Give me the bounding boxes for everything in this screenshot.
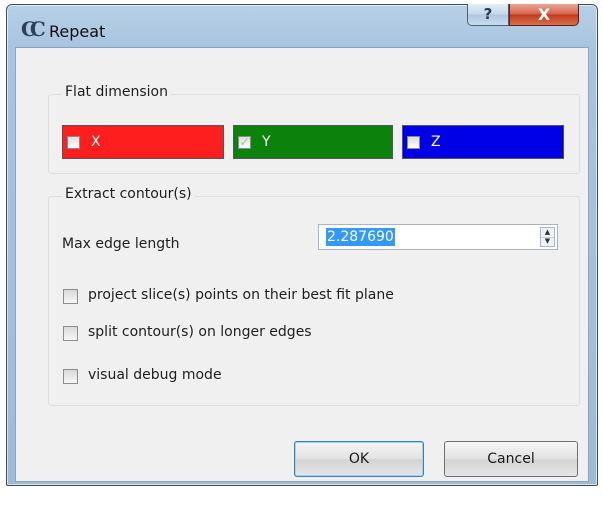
flat-dimension-title: Flat dimension [62,84,171,100]
axis-z-label: Z [431,134,441,150]
help-button[interactable]: ? [467,4,509,26]
spin-down-icon[interactable]: ▼ [541,237,554,246]
axis-y-box[interactable]: ✓ [238,136,251,149]
option-visual-debug-label: visual debug mode [88,367,222,383]
option-visual-debug-checkbox[interactable] [63,369,78,384]
axis-y-label: Y [262,134,271,150]
axis-y-checkbox[interactable]: ✓ Y [233,125,393,159]
close-icon: X [537,5,551,24]
option-split-contours-checkbox[interactable] [63,326,78,341]
close-button[interactable]: X [509,4,579,26]
app-logo-icon: CC [21,17,46,41]
extract-contours-title: Extract contour(s) [62,186,195,202]
help-icon: ? [483,5,493,23]
max-edge-length-value[interactable]: 2.287690 [326,228,395,246]
ok-button[interactable]: OK [294,441,424,477]
option-project-slice-checkbox[interactable] [63,289,78,304]
axis-x-checkbox[interactable]: X [62,125,224,159]
axis-x-label: X [91,134,101,150]
axis-x-box[interactable] [67,136,80,149]
option-split-contours-label: split contour(s) on longer edges [88,324,312,340]
max-edge-length-label: Max edge length [62,236,180,252]
max-edge-length-spinbox[interactable]: 2.287690 ▲ ▼ [318,224,558,250]
axis-z-box[interactable] [407,136,420,149]
title-bar[interactable]: CC Repeat ? X [7,4,597,49]
option-project-slice-label: project slice(s) points on their best fi… [88,287,394,303]
window-title: Repeat [49,22,106,41]
axis-z-checkbox[interactable]: Z [402,125,564,159]
spin-arrows[interactable]: ▲ ▼ [540,227,555,247]
cancel-button[interactable]: Cancel [444,441,578,477]
